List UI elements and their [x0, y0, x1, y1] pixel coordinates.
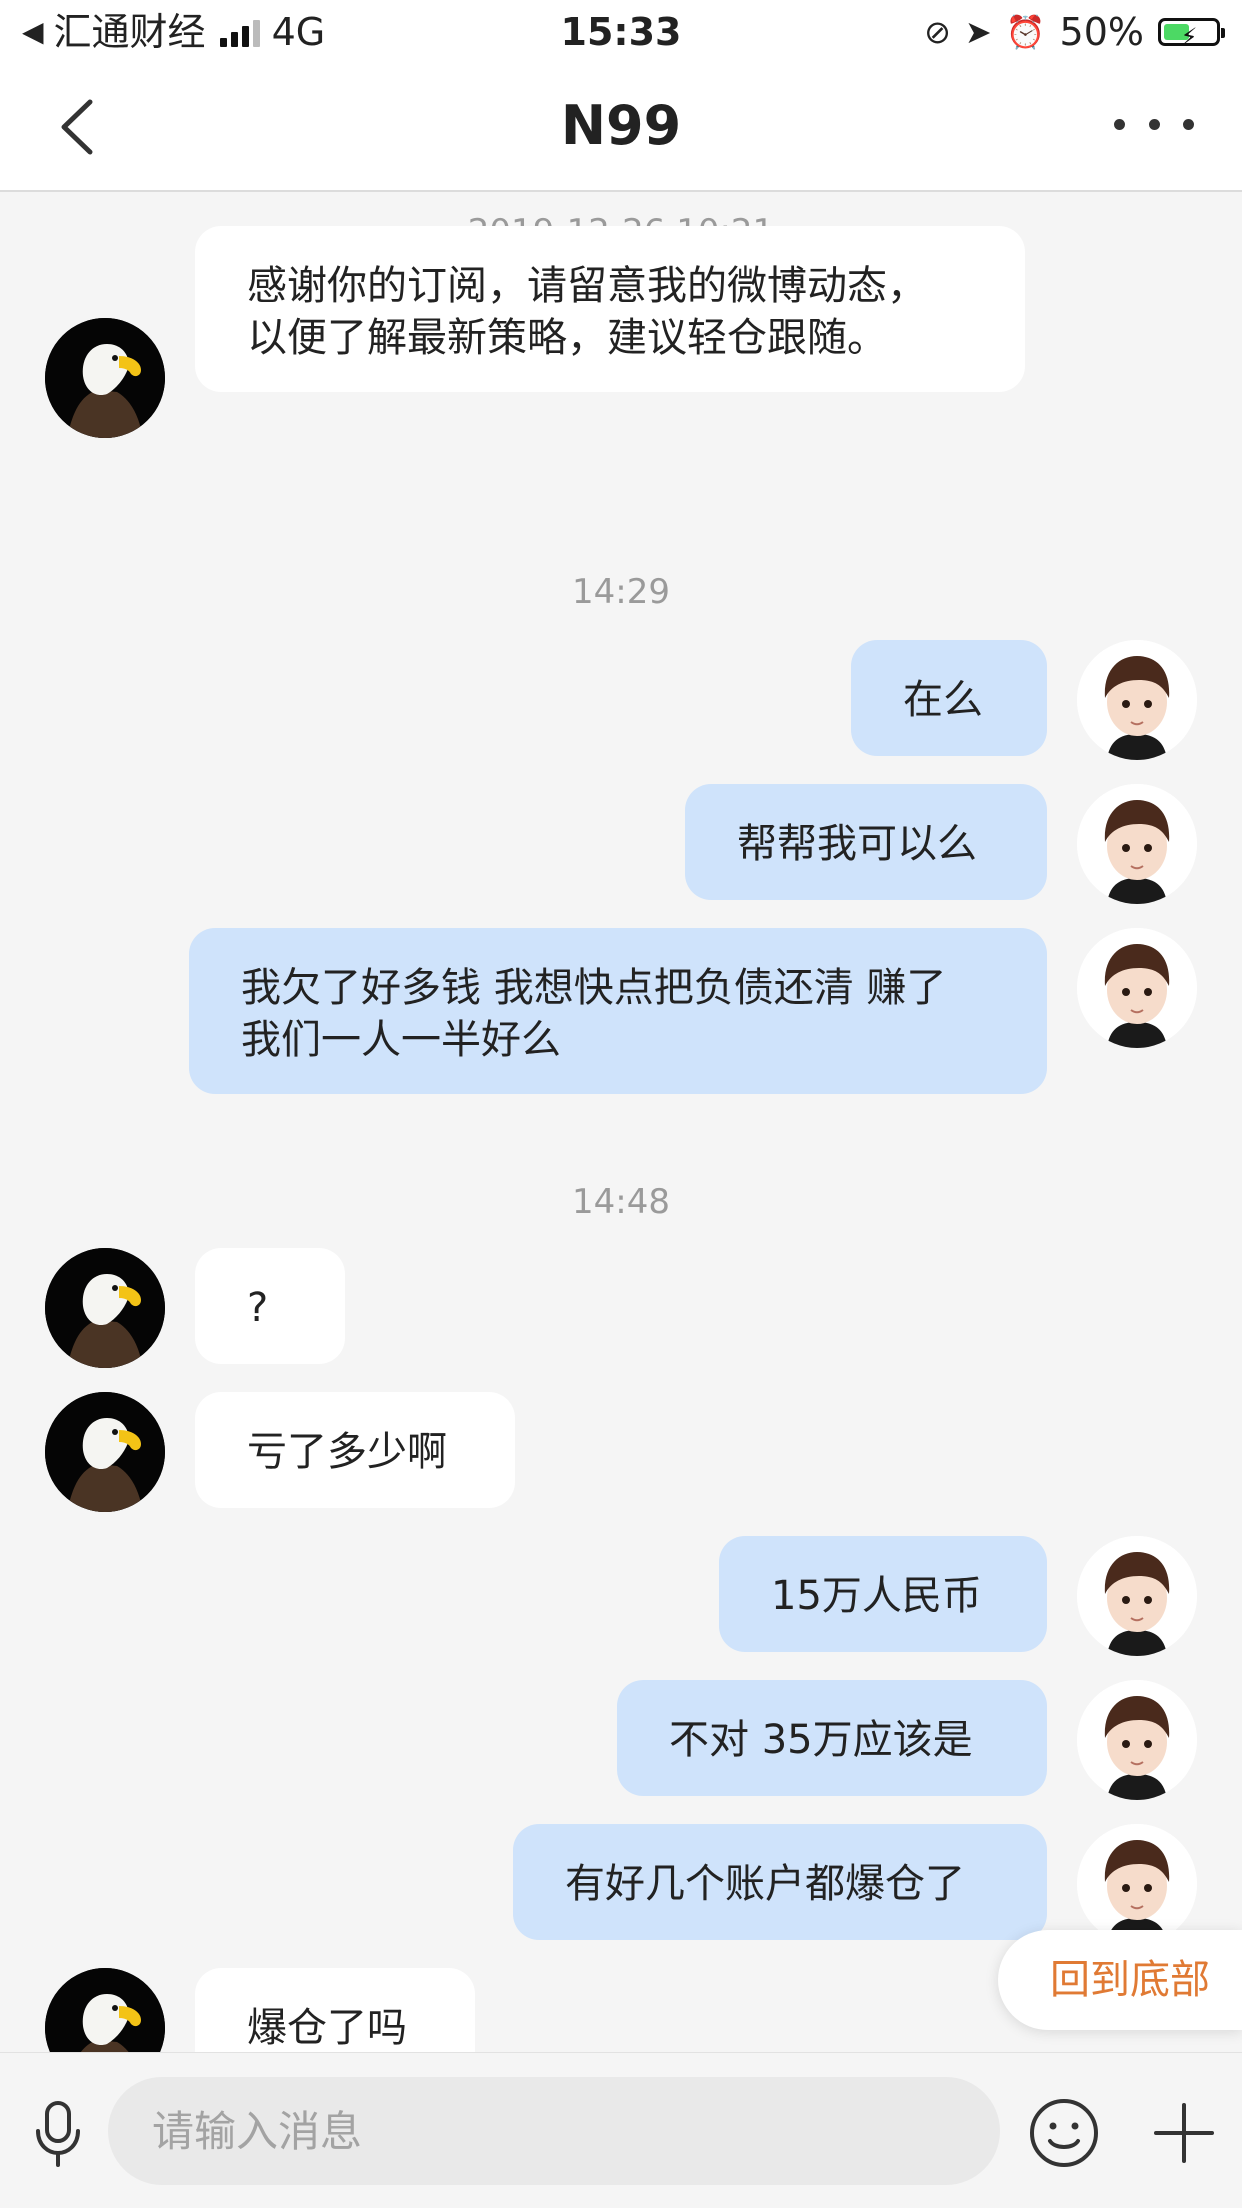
my-avatar[interactable]: [1077, 928, 1197, 1048]
message-text: 不对 35万应该是: [669, 1717, 973, 1763]
message-text: 爆仓了吗: [247, 2005, 407, 2051]
message-bubble-outgoing[interactable]: 在么: [851, 640, 1047, 756]
battery-icon: ⚡: [1158, 18, 1225, 51]
status-right: ⊘ ➤ ⏰ 50% ⚡: [924, 10, 1225, 54]
eagle-icon: [45, 1968, 165, 2052]
status-bar: ◀ 汇通财经 4G 15:33 ⊘ ➤ ⏰ 50% ⚡: [0, 0, 1242, 64]
charging-icon: ⚡: [1180, 23, 1198, 51]
timestamp: 14:29: [572, 572, 670, 612]
user-avatar-icon: [1077, 928, 1197, 1048]
my-avatar[interactable]: [1077, 784, 1197, 904]
back-to-bottom-button[interactable]: 回到底部: [998, 1930, 1242, 2030]
contact-avatar[interactable]: [45, 1968, 165, 2052]
user-avatar-icon: [1077, 784, 1197, 904]
message-text: 有好几个账户都爆仓了: [565, 1861, 965, 1907]
eagle-icon: [45, 1392, 165, 1512]
my-avatar[interactable]: [1077, 1536, 1197, 1656]
alarm-icon: ⏰: [1005, 13, 1046, 51]
message-bubble-incoming[interactable]: 亏了多少啊: [195, 1392, 515, 1508]
nav-bar: N99: [0, 64, 1242, 192]
contact-avatar[interactable]: [45, 1248, 165, 1368]
emoji-icon[interactable]: [1028, 2097, 1100, 2169]
message-bubble-incoming[interactable]: 爆仓了吗: [195, 1968, 475, 2052]
message-text: 帮帮我可以么: [737, 821, 977, 867]
message-input[interactable]: [108, 2077, 1000, 2185]
microphone-icon[interactable]: [28, 2099, 88, 2169]
contact-avatar[interactable]: [45, 318, 165, 438]
message-text: 亏了多少啊: [247, 1429, 447, 1475]
message-text: ?: [247, 1285, 269, 1331]
eagle-icon: [45, 318, 165, 438]
timestamp: 14:48: [572, 1182, 670, 1222]
user-avatar-icon: [1077, 1680, 1197, 1800]
more-horizontal-icon[interactable]: [1114, 104, 1194, 144]
message-bubble-outgoing[interactable]: 我欠了好多钱 我想快点把负债还清 赚了 我们一人一半好么: [189, 928, 1047, 1094]
message-text: 我欠了好多钱 我想快点把负债还清 赚了 我们一人一半好么: [241, 965, 947, 1063]
plus-icon[interactable]: [1148, 2097, 1220, 2169]
battery-percent: 50%: [1059, 10, 1144, 54]
message-text: 在么: [903, 677, 983, 723]
user-avatar-icon: [1077, 1824, 1197, 1944]
location-icon: ➤: [964, 13, 992, 51]
my-avatar[interactable]: [1077, 1824, 1197, 1944]
message-bubble-incoming[interactable]: 感谢你的订阅，请留意我的微博动态， 以便了解最新策略，建议轻仓跟随。: [195, 226, 1025, 392]
message-bubble-incoming[interactable]: ?: [195, 1248, 345, 1364]
contact-avatar[interactable]: [45, 1392, 165, 1512]
user-avatar-icon: [1077, 1536, 1197, 1656]
message-bubble-outgoing[interactable]: 有好几个账户都爆仓了: [513, 1824, 1047, 1940]
user-avatar-icon: [1077, 640, 1197, 760]
message-bubble-outgoing[interactable]: 不对 35万应该是: [617, 1680, 1047, 1796]
message-bubble-outgoing[interactable]: 帮帮我可以么: [685, 784, 1047, 900]
my-avatar[interactable]: [1077, 1680, 1197, 1800]
eagle-icon: [45, 1248, 165, 1368]
message-text: 感谢你的订阅，请留意我的微博动态， 以便了解最新策略，建议轻仓跟随。: [247, 263, 927, 361]
message-text: 15万人民币: [771, 1573, 982, 1619]
orientation-lock-icon: ⊘: [924, 13, 951, 51]
my-avatar[interactable]: [1077, 640, 1197, 760]
input-bar: [0, 2052, 1242, 2208]
message-bubble-outgoing[interactable]: 15万人民币: [719, 1536, 1047, 1652]
chat-area[interactable]: 2019-12-26 10:21 感谢你的订阅，请留意我的微博动态， 以便了解最…: [0, 192, 1242, 2052]
page-title: N99: [560, 94, 682, 157]
